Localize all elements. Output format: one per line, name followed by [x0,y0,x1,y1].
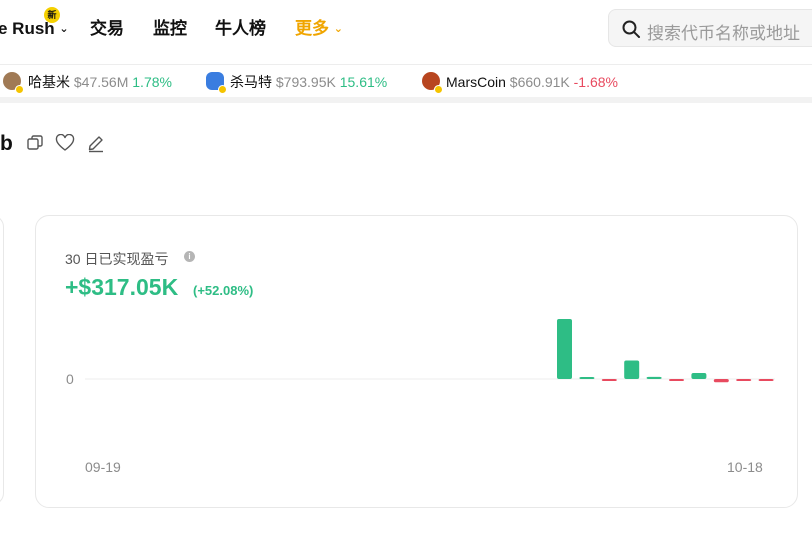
ticker-item[interactable]: 杀马特 $793.95K 15.61% [230,73,387,91]
chevron-down-icon: ⌄ [59,23,69,35]
ticker-change: -1.68% [573,74,618,90]
nav-item-leaderboard[interactable]: 牛人榜 [215,18,266,40]
pnl-bar[interactable] [646,376,662,379]
y-axis-zero-label: 0 [66,371,74,387]
copy-icon[interactable] [26,134,44,152]
x-axis-end-label: 10-18 [727,459,763,475]
ticker-item[interactable]: MarsCoin $660.91K -1.68% [446,73,618,91]
pnl-bar[interactable] [669,379,684,381]
ticker-change: 1.78% [132,74,172,90]
pnl-title: 30 日已实现盈亏 [65,251,169,267]
pnl-bar-chart [85,319,775,383]
pnl-bar[interactable] [713,379,729,383]
ticker-name: 哈基米 [28,74,70,90]
pnl-bar[interactable] [601,379,617,381]
coin-badge-icon [434,85,443,94]
pnl-value: +$317.05K [65,274,179,300]
info-icon[interactable]: i [184,251,195,262]
edit-icon[interactable] [86,133,106,153]
ticker-price: $793.95K [275,74,336,90]
ticker-name: MarsCoin [446,74,506,90]
left-card [0,215,4,505]
ticker-name: 杀马特 [230,74,272,90]
token-symbol: b [0,132,13,155]
nav-more-label: 更多 [295,19,329,38]
header-divider [0,64,812,65]
ticker-change: 15.61% [339,74,388,90]
search-icon [622,20,640,38]
nav-item-trade[interactable]: 交易 [90,18,124,40]
chevron-down-icon: ⌄ [333,23,343,35]
nav-item-monitor[interactable]: 监控 [153,18,187,40]
ticker-divider [0,97,812,103]
ticker-price: $660.91K [509,74,570,90]
coin-badge-icon [218,85,227,94]
pnl-percent: (+52.08%) [193,283,254,298]
heart-icon[interactable] [55,134,75,152]
pnl-bar[interactable] [758,379,774,381]
search-input[interactable]: 搜索代币名称或地址 [608,9,812,47]
x-axis-start-label: 09-19 [85,459,121,475]
pnl-bar[interactable] [691,373,707,379]
nav-item-more[interactable]: 更多 ⌄ [295,18,343,40]
search-placeholder: 搜索代币名称或地址 [647,24,800,43]
new-badge: 新 [44,7,60,23]
pnl-bar[interactable] [557,319,572,379]
coin-badge-icon [15,85,24,94]
pnl-bar[interactable] [736,379,752,381]
nav-brand-label: e Rush [0,19,55,38]
ticker-price: $47.56M [73,74,129,90]
ticker-item[interactable]: 哈基米 $47.56M 1.78% [28,73,172,91]
nav-brand[interactable]: e Rush ⌄ [0,18,69,40]
pnl-bar[interactable] [579,377,595,379]
pnl-bar[interactable] [624,360,640,379]
